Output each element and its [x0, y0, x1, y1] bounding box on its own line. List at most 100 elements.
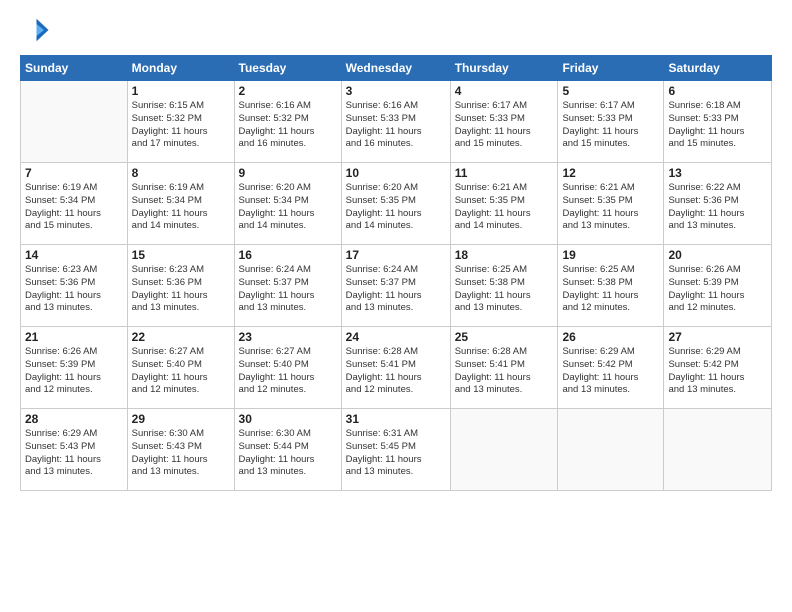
calendar-cell — [664, 409, 772, 491]
day-info: Sunrise: 6:30 AMSunset: 5:43 PMDaylight:… — [132, 428, 230, 479]
day-info: Sunrise: 6:16 AMSunset: 5:33 PMDaylight:… — [346, 100, 446, 151]
calendar-cell: 5 Sunrise: 6:17 AMSunset: 5:33 PMDaylight… — [558, 81, 664, 163]
calendar-cell: 19 Sunrise: 6:25 AMSunset: 5:38 PMDayligh… — [558, 245, 664, 327]
day-number: 7 — [25, 166, 123, 180]
day-number: 9 — [239, 166, 337, 180]
calendar-cell: 30 Sunrise: 6:30 AMSunset: 5:44 PMDayligh… — [234, 409, 341, 491]
day-info: Sunrise: 6:25 AMSunset: 5:38 PMDaylight:… — [455, 264, 554, 315]
calendar-cell: 18 Sunrise: 6:25 AMSunset: 5:38 PMDayligh… — [450, 245, 558, 327]
calendar-cell: 22 Sunrise: 6:27 AMSunset: 5:40 PMDayligh… — [127, 327, 234, 409]
day-number: 16 — [239, 248, 337, 262]
day-header-monday: Monday — [127, 56, 234, 81]
calendar-week-2: 7 Sunrise: 6:19 AMSunset: 5:34 PMDaylight… — [21, 163, 772, 245]
day-info: Sunrise: 6:27 AMSunset: 5:40 PMDaylight:… — [239, 346, 337, 397]
day-number: 29 — [132, 412, 230, 426]
day-number: 13 — [668, 166, 767, 180]
day-info: Sunrise: 6:19 AMSunset: 5:34 PMDaylight:… — [25, 182, 123, 233]
calendar-cell: 26 Sunrise: 6:29 AMSunset: 5:42 PMDayligh… — [558, 327, 664, 409]
day-number: 11 — [455, 166, 554, 180]
day-info: Sunrise: 6:20 AMSunset: 5:34 PMDaylight:… — [239, 182, 337, 233]
day-number: 10 — [346, 166, 446, 180]
day-info: Sunrise: 6:24 AMSunset: 5:37 PMDaylight:… — [239, 264, 337, 315]
day-info: Sunrise: 6:30 AMSunset: 5:44 PMDaylight:… — [239, 428, 337, 479]
day-info: Sunrise: 6:17 AMSunset: 5:33 PMDaylight:… — [455, 100, 554, 151]
calendar-cell — [450, 409, 558, 491]
day-info: Sunrise: 6:29 AMSunset: 5:42 PMDaylight:… — [668, 346, 767, 397]
calendar-cell: 6Sunrise: 6:18 AMSunset: 5:33 PMDaylight… — [664, 81, 772, 163]
calendar-cell — [21, 81, 128, 163]
day-number: 20 — [668, 248, 767, 262]
day-number: 19 — [562, 248, 659, 262]
calendar-cell: 3Sunrise: 6:16 AMSunset: 5:33 PMDaylight… — [341, 81, 450, 163]
day-info: Sunrise: 6:17 AMSunset: 5:33 PMDaylight:… — [562, 100, 659, 151]
day-info: Sunrise: 6:25 AMSunset: 5:38 PMDaylight:… — [562, 264, 659, 315]
logo — [20, 15, 54, 45]
day-number: 25 — [455, 330, 554, 344]
calendar-cell: 1 Sunrise: 6:15 AMSunset: 5:32 PMDaylight… — [127, 81, 234, 163]
day-info: Sunrise: 6:23 AMSunset: 5:36 PMDaylight:… — [132, 264, 230, 315]
calendar-cell: 21 Sunrise: 6:26 AMSunset: 5:39 PMDayligh… — [21, 327, 128, 409]
calendar-cell: 14Sunrise: 6:23 AMSunset: 5:36 PMDayligh… — [21, 245, 128, 327]
logo-icon — [20, 15, 50, 45]
day-header-wednesday: Wednesday — [341, 56, 450, 81]
calendar-cell: 10Sunrise: 6:20 AMSunset: 5:35 PMDayligh… — [341, 163, 450, 245]
day-info: Sunrise: 6:28 AMSunset: 5:41 PMDaylight:… — [455, 346, 554, 397]
day-header-tuesday: Tuesday — [234, 56, 341, 81]
day-info: Sunrise: 6:16 AMSunset: 5:32 PMDaylight:… — [239, 100, 337, 151]
calendar-cell — [558, 409, 664, 491]
day-number: 6 — [668, 84, 767, 98]
calendar-cell: 4Sunrise: 6:17 AMSunset: 5:33 PMDaylight… — [450, 81, 558, 163]
day-info: Sunrise: 6:21 AMSunset: 5:35 PMDaylight:… — [562, 182, 659, 233]
day-info: Sunrise: 6:28 AMSunset: 5:41 PMDaylight:… — [346, 346, 446, 397]
day-header-sunday: Sunday — [21, 56, 128, 81]
calendar-week-3: 14 Sunrise: 6:23 AMSunset: 5:36 PMDayligh… — [21, 245, 772, 327]
calendar-week-4: 21 Sunrise: 6:26 AMSunset: 5:39 PMDayligh… — [21, 327, 772, 409]
day-info: Sunrise: 6:24 AMSunset: 5:37 PMDaylight:… — [346, 264, 446, 315]
calendar-cell: 2 Sunrise: 6:16 AMSunset: 5:32 PMDaylight… — [234, 81, 341, 163]
calendar-cell: 17 Sunrise: 6:24 AMSunset: 5:37 PMDayligh… — [341, 245, 450, 327]
day-info: Sunrise: 6:29 AMSunset: 5:42 PMDaylight:… — [562, 346, 659, 397]
calendar-cell: 9 Sunrise: 6:20 AMSunset: 5:34 PMDaylight… — [234, 163, 341, 245]
day-number: 12 — [562, 166, 659, 180]
day-info: Sunrise: 6:22 AMSunset: 5:36 PMDaylight:… — [668, 182, 767, 233]
calendar-week-1: 1 Sunrise: 6:15 AMSunset: 5:32 PMDaylight… — [21, 81, 772, 163]
page: SundayMondayTuesdayWednesdayThursdayFrid… — [0, 0, 792, 612]
day-number: 28 — [25, 412, 123, 426]
calendar-cell: 27Sunrise: 6:29 AMSunset: 5:42 PMDayligh… — [664, 327, 772, 409]
day-number: 30 — [239, 412, 337, 426]
calendar-cell: 23 Sunrise: 6:27 AMSunset: 5:40 PMDayligh… — [234, 327, 341, 409]
day-number: 24 — [346, 330, 446, 344]
calendar-cell: 20 Sunrise: 6:26 AMSunset: 5:39 PMDayligh… — [664, 245, 772, 327]
day-number: 17 — [346, 248, 446, 262]
day-number: 21 — [25, 330, 123, 344]
day-number: 18 — [455, 248, 554, 262]
day-number: 14 — [25, 248, 123, 262]
day-number: 26 — [562, 330, 659, 344]
calendar-cell: 13 Sunrise: 6:22 AMSunset: 5:36 PMDayligh… — [664, 163, 772, 245]
day-number: 22 — [132, 330, 230, 344]
day-number: 15 — [132, 248, 230, 262]
day-info: Sunrise: 6:31 AMSunset: 5:45 PMDaylight:… — [346, 428, 446, 479]
calendar-cell: 7 Sunrise: 6:19 AMSunset: 5:34 PMDaylight… — [21, 163, 128, 245]
calendar-header-row: SundayMondayTuesdayWednesdayThursdayFrid… — [21, 56, 772, 81]
day-info: Sunrise: 6:19 AMSunset: 5:34 PMDaylight:… — [132, 182, 230, 233]
calendar-cell: 28 Sunrise: 6:29 AMSunset: 5:43 PMDayligh… — [21, 409, 128, 491]
day-header-thursday: Thursday — [450, 56, 558, 81]
day-info: Sunrise: 6:26 AMSunset: 5:39 PMDaylight:… — [668, 264, 767, 315]
calendar-cell: 11Sunrise: 6:21 AMSunset: 5:35 PMDayligh… — [450, 163, 558, 245]
day-info: Sunrise: 6:15 AMSunset: 5:32 PMDaylight:… — [132, 100, 230, 151]
calendar-week-5: 28 Sunrise: 6:29 AMSunset: 5:43 PMDayligh… — [21, 409, 772, 491]
calendar-cell: 29 Sunrise: 6:30 AMSunset: 5:43 PMDayligh… — [127, 409, 234, 491]
calendar-cell: 12 Sunrise: 6:21 AMSunset: 5:35 PMDayligh… — [558, 163, 664, 245]
day-number: 2 — [239, 84, 337, 98]
calendar-cell: 31 Sunrise: 6:31 AMSunset: 5:45 PMDayligh… — [341, 409, 450, 491]
day-number: 23 — [239, 330, 337, 344]
day-number: 31 — [346, 412, 446, 426]
day-number: 8 — [132, 166, 230, 180]
day-number: 5 — [562, 84, 659, 98]
day-info: Sunrise: 6:26 AMSunset: 5:39 PMDaylight:… — [25, 346, 123, 397]
day-info: Sunrise: 6:27 AMSunset: 5:40 PMDaylight:… — [132, 346, 230, 397]
day-number: 1 — [132, 84, 230, 98]
day-info: Sunrise: 6:29 AMSunset: 5:43 PMDaylight:… — [25, 428, 123, 479]
day-header-friday: Friday — [558, 56, 664, 81]
